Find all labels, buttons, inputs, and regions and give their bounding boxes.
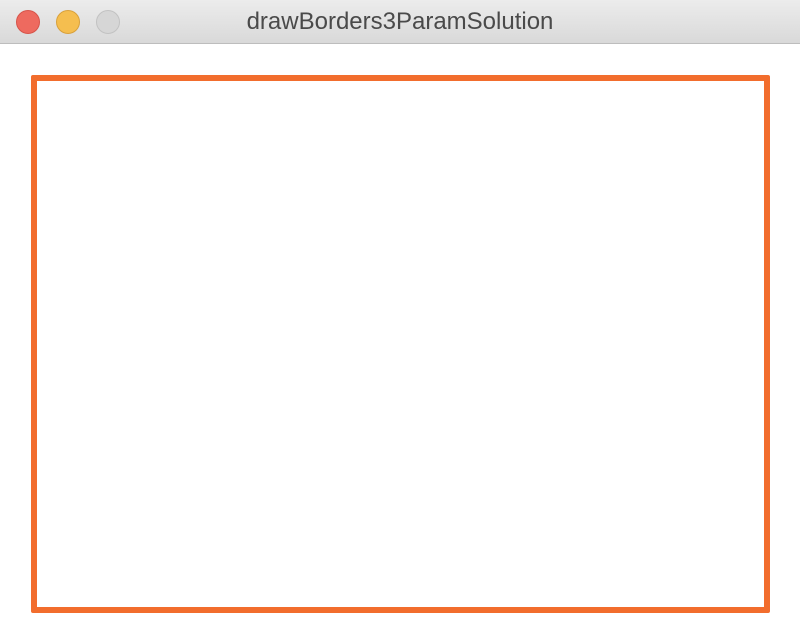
app-window: drawBorders3ParamSolution (0, 0, 800, 644)
title-bar[interactable]: drawBorders3ParamSolution (0, 0, 800, 44)
orange-border-rectangle (31, 75, 770, 613)
drawing-canvas (0, 44, 800, 644)
window-title: drawBorders3ParamSolution (246, 8, 554, 35)
